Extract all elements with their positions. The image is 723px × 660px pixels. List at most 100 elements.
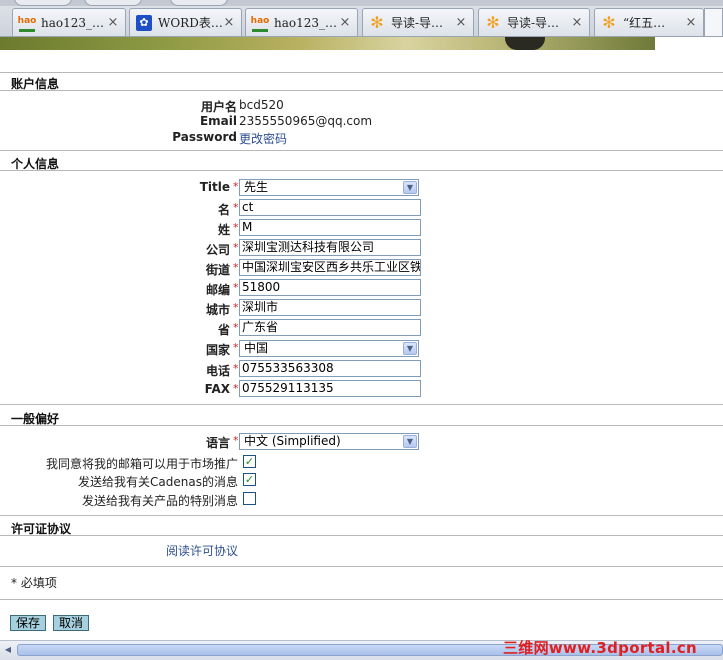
watermark-logo: 三维网www.3dportal.cn [503, 639, 698, 657]
username-label: 用户名 [200, 100, 237, 114]
tab-strip-top [0, 0, 723, 6]
postcode-input[interactable]: 51800 [239, 279, 421, 296]
checkmark-icon: ✓ [244, 473, 255, 486]
first-name-input[interactable]: ct [239, 199, 421, 216]
browser-tab[interactable]: ✻ 导读-导… × [362, 8, 474, 36]
field-label-postcode: 邮编 [205, 283, 230, 297]
required-mark: * [233, 382, 239, 395]
tab-title: 导读-导… [391, 16, 444, 30]
marketing-checkbox[interactable]: ✓ [243, 455, 256, 468]
close-icon[interactable]: × [455, 15, 467, 30]
field-label-phone: 电话 [205, 364, 230, 378]
flower-icon: ✻ [602, 12, 616, 32]
browser-tab[interactable]: hao hao123_… × [245, 8, 358, 36]
section-divider [0, 72, 723, 73]
section-divider [0, 90, 723, 91]
browser-tab[interactable]: ✻ 导读-导… × [478, 8, 590, 36]
required-mark: * [233, 301, 239, 314]
change-password-link[interactable]: 更改密码 [239, 130, 287, 147]
language-select-value: 中文 (Simplified) [244, 434, 341, 448]
tab-title: hao123_… [41, 15, 105, 30]
required-mark: * [233, 321, 239, 334]
country-select[interactable]: 中国 ▼ [239, 340, 419, 357]
section-divider [0, 150, 723, 151]
browser-tab[interactable]: ✿ WORD表… × [129, 8, 242, 36]
chevron-down-icon[interactable]: ▼ [403, 342, 417, 355]
required-mark: * [233, 221, 239, 234]
section-divider [0, 170, 723, 171]
nav-back-button[interactable] [14, 0, 72, 6]
baidu-paw-icon: ✿ [136, 14, 152, 31]
scroll-left-icon[interactable]: ◀ [2, 644, 14, 656]
required-mark: * [233, 241, 239, 254]
required-mark: * [233, 180, 239, 193]
field-label-country: 国家 [205, 343, 230, 357]
section-divider [0, 404, 723, 405]
field-label-language: 语言 [205, 436, 230, 450]
fax-input[interactable]: 075529113135 [239, 380, 421, 397]
field-label-fax: FAX [204, 382, 230, 396]
tab-title: “红五… [623, 16, 666, 30]
tab-title: WORD表… [158, 16, 223, 30]
cadenas-news-checkbox[interactable]: ✓ [243, 473, 256, 486]
page-banner-image [0, 37, 655, 50]
close-icon[interactable]: × [339, 15, 351, 30]
phone-input[interactable]: 075533563308 [239, 360, 421, 377]
section-divider [0, 535, 723, 536]
chevron-down-icon[interactable]: ▼ [403, 181, 417, 194]
field-label-company: 公司 [205, 243, 230, 257]
required-mark: * [233, 201, 239, 214]
section-divider [0, 566, 723, 567]
browser-tab[interactable]: ✻ “红五… × [594, 8, 704, 36]
nav-menu-button[interactable] [170, 0, 228, 6]
save-button[interactable]: 保存 [10, 615, 46, 631]
browser-tab[interactable]: hao hao123_… × [12, 8, 126, 36]
checkbox-label-cadenas: 发送给我有关Cadenas的消息 [78, 475, 238, 489]
browser-tab-bar: hao hao123_… × ✿ WORD表… × hao hao123_… ×… [0, 0, 723, 37]
hao123-icon: hao [251, 13, 269, 32]
close-icon[interactable]: × [223, 15, 235, 30]
required-note: * 必填项 [11, 576, 57, 590]
section-divider [0, 425, 723, 426]
language-select[interactable]: 中文 (Simplified) ▼ [239, 433, 419, 450]
required-mark: * [233, 434, 239, 447]
tab-title: hao123_… [274, 15, 338, 30]
hao123-icon: hao [18, 13, 36, 32]
field-label-street: 街道 [205, 263, 230, 277]
last-name-input[interactable]: M [239, 219, 421, 236]
cancel-button[interactable]: 取消 [53, 615, 89, 631]
product-offers-checkbox[interactable] [243, 492, 256, 505]
banner-figure [505, 37, 545, 50]
required-mark: * [233, 261, 239, 274]
street-input[interactable]: 中国深圳宝安区西乡共乐工业区铁 [239, 259, 421, 276]
tab-title: 导读-导… [507, 16, 560, 30]
checkmark-icon: ✓ [244, 455, 255, 468]
username-value: bcd520 [239, 98, 284, 112]
close-icon[interactable]: × [571, 15, 583, 30]
field-label-last-name: 姓 [217, 223, 230, 237]
section-divider [0, 515, 723, 516]
chevron-down-icon[interactable]: ▼ [403, 435, 417, 448]
required-mark: * [233, 281, 239, 294]
flower-icon: ✻ [370, 12, 384, 32]
field-label-first-name: 名 [217, 203, 230, 217]
company-input[interactable]: 深圳宝测达科技有限公司 [239, 239, 421, 256]
field-label-city: 城市 [205, 303, 230, 317]
city-input[interactable]: 深圳市 [239, 299, 421, 316]
required-mark: * [233, 341, 239, 354]
title-select[interactable]: 先生 ▼ [239, 179, 419, 196]
country-select-value: 中国 [244, 341, 269, 355]
field-label-province: 省 [217, 323, 230, 337]
title-select-value: 先生 [244, 180, 269, 194]
checkbox-label-product-offers: 发送给我有关产品的特别消息 [81, 494, 238, 508]
close-icon[interactable]: × [685, 15, 697, 30]
province-input[interactable]: 广东省 [239, 319, 421, 336]
email-value: 2355550965@qq.com [239, 114, 373, 128]
password-label: Password [172, 130, 237, 144]
nav-forward-button[interactable] [84, 0, 142, 6]
browser-tab-active[interactable] [704, 8, 723, 36]
checkbox-label-marketing: 我同意将我的邮箱可以用于市场推广 [45, 457, 238, 471]
read-license-link[interactable]: 阅读许可协议 [166, 542, 238, 559]
field-label-title: Title [199, 180, 230, 194]
close-icon[interactable]: × [107, 15, 119, 30]
